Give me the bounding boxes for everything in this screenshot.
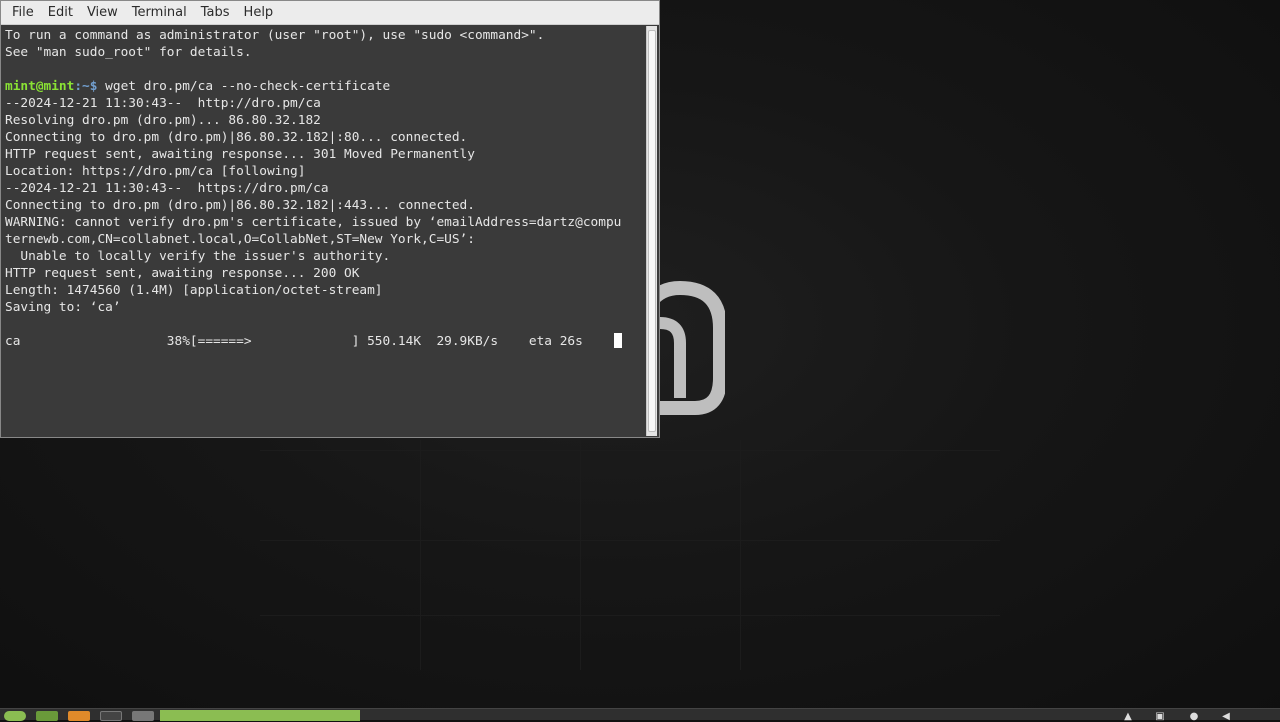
- terminal-line: --2024-12-21 11:30:43-- https://dro.pm/c…: [5, 181, 329, 196]
- menu-terminal[interactable]: Terminal: [125, 5, 194, 20]
- terminal-line: Location: https://dro.pm/ca [following]: [5, 164, 306, 179]
- scrollbar-thumb[interactable]: [648, 30, 656, 432]
- taskbar: ▲ ▣ ● ◀: [0, 708, 1280, 722]
- progress-text: ca 38%[======> ] 550.14K 29.9KB/s eta 26…: [5, 334, 614, 349]
- wallpaper-line: [420, 440, 421, 670]
- terminal-line: Unable to locally verify the issuer's au…: [5, 249, 391, 264]
- taskbar-active-window-button[interactable]: [160, 710, 360, 721]
- terminal-line: Resolving dro.pm (dro.pm)... 86.80.32.18…: [5, 113, 321, 128]
- terminal-line: Length: 1474560 (1.4M) [application/octe…: [5, 283, 383, 298]
- wallpaper-line: [260, 615, 1000, 616]
- wallpaper-line: [260, 450, 1000, 451]
- terminal-menubar: File Edit View Terminal Tabs Help: [1, 1, 659, 25]
- terminal-prompt-line: mint@mint:~$ wget dro.pm/ca --no-check-c…: [5, 78, 647, 95]
- terminal-text: To run a command as administrator (user …: [3, 26, 647, 350]
- download-progress-line: ca 38%[======> ] 550.14K 29.9KB/s eta 26…: [5, 333, 647, 350]
- menu-file[interactable]: File: [5, 5, 41, 20]
- wallpaper-line: [740, 440, 741, 670]
- prompt-user: mint@mint: [5, 79, 75, 94]
- prompt-command: wget dro.pm/ca --no-check-certificate: [97, 79, 391, 94]
- terminal-line: HTTP request sent, awaiting response... …: [5, 147, 475, 162]
- terminal-line: Connecting to dro.pm (dro.pm)|86.80.32.1…: [5, 130, 468, 145]
- terminal-line: Saving to: ‘ca’: [5, 300, 121, 315]
- terminal-line: Connecting to dro.pm (dro.pm)|86.80.32.1…: [5, 198, 475, 213]
- terminal-line: To run a command as administrator (user …: [5, 28, 545, 43]
- terminal-line: WARNING: cannot verify dro.pm's certific…: [5, 215, 622, 230]
- terminal-line: See "man sudo_root" for details.: [5, 45, 252, 60]
- menu-view[interactable]: View: [80, 5, 125, 20]
- terminal-output[interactable]: To run a command as administrator (user …: [3, 26, 647, 436]
- terminal-cursor: [613, 333, 622, 348]
- wallpaper-line: [580, 440, 581, 670]
- menu-help[interactable]: Help: [237, 5, 281, 20]
- terminal-line: ternewb.com,CN=collabnet.local,O=CollabN…: [5, 232, 475, 247]
- terminal-scrollbar[interactable]: [646, 26, 657, 436]
- wallpaper-line: [260, 540, 1000, 541]
- terminal-line: --2024-12-21 11:30:43-- http://dro.pm/ca: [5, 96, 321, 111]
- prompt-path: :~$: [74, 79, 98, 94]
- menu-tabs[interactable]: Tabs: [194, 5, 237, 20]
- terminal-line: HTTP request sent, awaiting response... …: [5, 266, 360, 281]
- menu-edit[interactable]: Edit: [41, 5, 80, 20]
- terminal-window[interactable]: File Edit View Terminal Tabs Help To run a co…: [0, 0, 660, 438]
